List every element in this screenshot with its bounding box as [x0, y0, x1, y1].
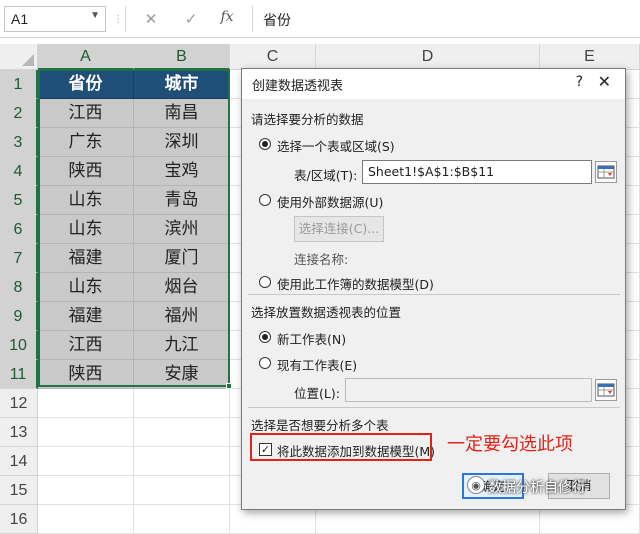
column-header-e[interactable]: E	[540, 44, 640, 70]
drag-handle-icon[interactable]: ⋮	[113, 14, 123, 25]
row-header-5[interactable]: 5	[0, 186, 38, 215]
name-box[interactable]: A1 ▼	[4, 6, 106, 32]
row-header-3[interactable]: 3	[0, 128, 38, 157]
watermark-text: 数据分析自修行	[488, 480, 586, 496]
row-header-15[interactable]: 15	[0, 476, 38, 505]
choose-connection-button[interactable]: 选择连接(C)...	[294, 216, 384, 242]
dialog-title: 创建数据透视表	[252, 79, 344, 94]
row-header-8[interactable]: 8	[0, 273, 38, 302]
table-cell[interactable]: 山东	[38, 215, 134, 244]
empty-cell[interactable]	[134, 418, 230, 447]
radio-external-source[interactable]	[259, 194, 271, 206]
column-header-d[interactable]: D	[316, 44, 540, 70]
help-icon[interactable]: ?	[576, 74, 583, 90]
row-header-10[interactable]: 10	[0, 331, 38, 360]
table-cell[interactable]: 厦门	[134, 244, 230, 273]
close-icon[interactable]: ✕	[598, 72, 611, 91]
table-cell[interactable]: 陕西	[38, 157, 134, 186]
empty-cell[interactable]	[38, 476, 134, 505]
table-cell[interactable]: 青岛	[134, 186, 230, 215]
table-cell[interactable]: 宝鸡	[134, 157, 230, 186]
divider	[125, 6, 126, 32]
location-picker-button[interactable]	[595, 379, 617, 401]
radio-existing-worksheet[interactable]	[259, 357, 271, 369]
name-box-value: A1	[11, 11, 29, 27]
row-header-7[interactable]: 7	[0, 244, 38, 273]
empty-cell[interactable]	[38, 389, 134, 418]
row-header-14[interactable]: 14	[0, 447, 38, 476]
table-cell[interactable]: 广东	[38, 128, 134, 157]
row-header-13[interactable]: 13	[0, 418, 38, 447]
table-cell[interactable]: 福州	[134, 302, 230, 331]
highlight-box	[250, 433, 432, 461]
range-picker-button[interactable]	[595, 161, 617, 183]
table-cell[interactable]: 九江	[134, 331, 230, 360]
annotation-text: 一定要勾选此项	[447, 434, 573, 455]
table-cell[interactable]: 江西	[38, 99, 134, 128]
table-cell[interactable]: 福建	[38, 302, 134, 331]
empty-cell[interactable]	[134, 505, 230, 534]
enter-icon[interactable]: ✓	[180, 10, 202, 28]
fill-handle[interactable]	[226, 383, 232, 389]
range-label: 表/区域(T):	[294, 168, 358, 183]
row-header-2[interactable]: 2	[0, 99, 38, 128]
table-cell[interactable]: 滨州	[134, 215, 230, 244]
row-header-16[interactable]: 16	[0, 505, 38, 534]
table-cell[interactable]: 安康	[134, 360, 230, 389]
connection-name-label: 连接名称:	[294, 252, 349, 267]
location-input[interactable]	[345, 378, 592, 402]
column-header-b[interactable]: B	[134, 44, 230, 70]
empty-cell[interactable]	[38, 418, 134, 447]
radio-new-worksheet-label[interactable]: 新工作表(N)	[277, 329, 346, 348]
collapse-dialog-icon	[597, 165, 615, 179]
radio-existing-worksheet-label[interactable]: 现有工作表(E)	[277, 355, 357, 374]
empty-cell[interactable]	[134, 447, 230, 476]
table-cell[interactable]: 深圳	[134, 128, 230, 157]
table-cell[interactable]: 山东	[38, 186, 134, 215]
row-header-12[interactable]: 12	[0, 389, 38, 418]
table-header-cell[interactable]: 城市	[134, 70, 230, 99]
table-cell[interactable]: 南昌	[134, 99, 230, 128]
chevron-down-icon[interactable]: ▼	[90, 10, 100, 21]
row-header-9[interactable]: 9	[0, 302, 38, 331]
radio-table-range-label[interactable]: 选择一个表或区域(S)	[277, 136, 395, 155]
empty-cell[interactable]	[38, 505, 134, 534]
table-cell[interactable]: 江西	[38, 331, 134, 360]
radio-data-model[interactable]	[259, 276, 271, 288]
table-cell[interactable]: 陕西	[38, 360, 134, 389]
range-input[interactable]: Sheet1!$A$1:$B$11	[362, 160, 592, 184]
empty-cell[interactable]	[134, 476, 230, 505]
row-header-6[interactable]: 6	[0, 215, 38, 244]
select-all-icon	[22, 54, 34, 66]
radio-table-range[interactable]	[259, 138, 271, 150]
table-cell[interactable]: 烟台	[134, 273, 230, 302]
table-header-cell[interactable]: 省份	[38, 70, 134, 99]
row-header-1[interactable]: 1	[0, 70, 38, 99]
radio-data-model-label[interactable]: 使用此工作簿的数据模型(D)	[277, 274, 434, 293]
divider	[248, 407, 620, 408]
radio-external-source-label[interactable]: 使用外部数据源(U)	[277, 192, 383, 211]
formula-bar: A1 ▼ ⋮ ✕ ✓ fx 省份	[0, 0, 640, 38]
section-multiple-tables: 选择是否想要分析多个表	[251, 418, 389, 433]
table-cell[interactable]: 山东	[38, 273, 134, 302]
table-cell[interactable]: 福建	[38, 244, 134, 273]
section-placement: 选择放置数据透视表的位置	[251, 305, 402, 320]
location-label: 位置(L):	[294, 386, 340, 401]
section-choose-data: 请选择要分析的数据	[251, 112, 364, 127]
column-header-c[interactable]: C	[230, 44, 316, 70]
formula-input[interactable]: 省份	[252, 6, 636, 32]
cancel-icon[interactable]: ✕	[140, 10, 162, 28]
select-all-corner[interactable]	[0, 44, 38, 70]
divider	[248, 294, 620, 295]
empty-cell[interactable]	[38, 447, 134, 476]
row-header-4[interactable]: 4	[0, 157, 38, 186]
column-header-a[interactable]: A	[38, 44, 134, 70]
dialog-titlebar[interactable]: 创建数据透视表 ? ✕	[242, 69, 625, 99]
insert-function-icon[interactable]: fx	[216, 9, 238, 25]
empty-cell[interactable]	[134, 389, 230, 418]
collapse-dialog-icon	[597, 383, 615, 397]
wechat-icon: ◉	[467, 476, 485, 494]
radio-new-worksheet[interactable]	[259, 331, 271, 343]
row-header-11[interactable]: 11	[0, 360, 38, 389]
